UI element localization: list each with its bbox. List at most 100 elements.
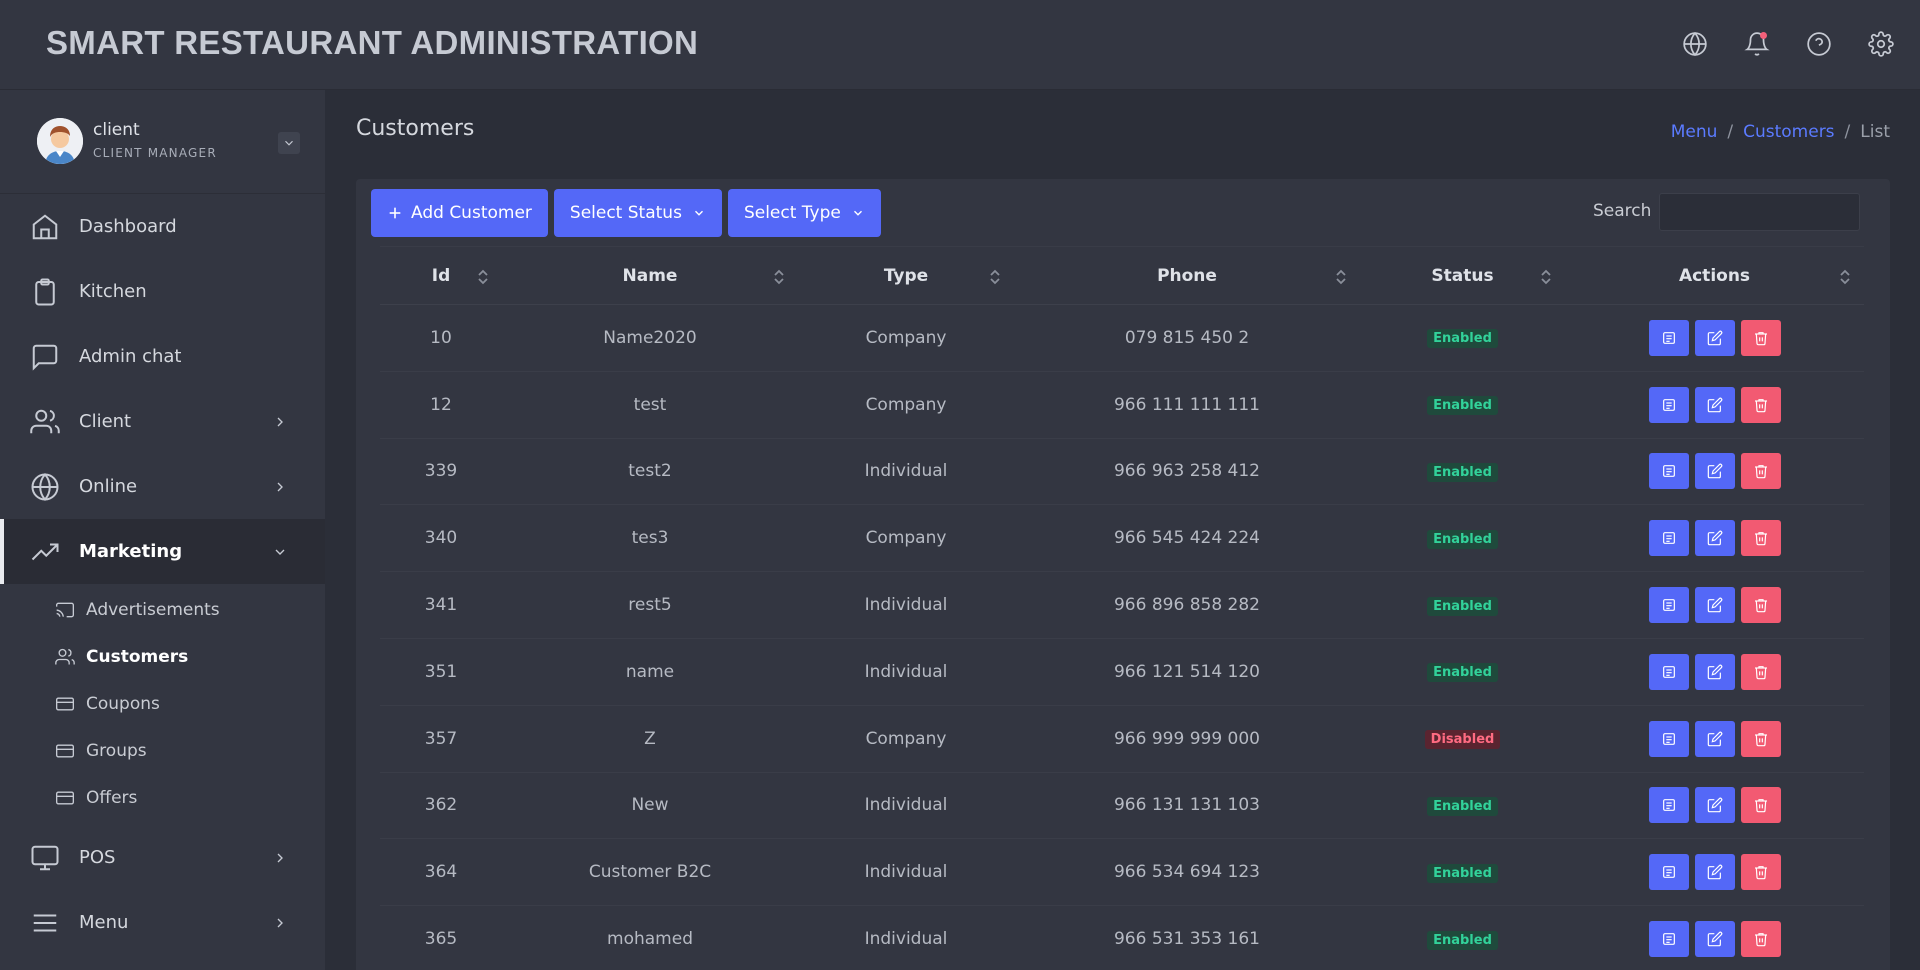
cell-id: 357: [380, 705, 502, 773]
delete-button[interactable]: [1740, 653, 1781, 690]
cell-id: 362: [380, 772, 502, 840]
edit-button[interactable]: [1694, 653, 1735, 690]
table-header-row: Id Name Type Phone Status Actions: [380, 246, 1864, 305]
sidebar-subitem-customers[interactable]: Customers: [0, 633, 325, 680]
top-bar: SMART RESTAURANT ADMINISTRATION: [0, 0, 1920, 90]
cell-actions: [1565, 838, 1864, 907]
table-row[interactable]: 12 test Company 966 111 111 111 Enabled: [380, 371, 1864, 439]
add-customer-button[interactable]: Add Customer: [371, 189, 548, 237]
row-actions: [1565, 453, 1864, 490]
sidebar-item-kitchen[interactable]: Kitchen: [0, 259, 325, 324]
sidebar-item-admin-chat[interactable]: Admin chat: [0, 324, 325, 389]
edit-icon: [1707, 397, 1723, 413]
edit-button[interactable]: [1694, 921, 1735, 958]
view-button[interactable]: [1648, 720, 1689, 757]
table-row[interactable]: 357 Z Company 966 999 999 000 Disabled: [380, 705, 1864, 773]
chevron-down-icon: [853, 210, 862, 216]
cell-actions: [1565, 304, 1864, 372]
sidebar-subitem-coupons[interactable]: Coupons: [0, 680, 325, 727]
column-header-name[interactable]: Name: [502, 246, 798, 305]
column-header-id[interactable]: Id: [380, 246, 502, 305]
trash-icon: [1753, 797, 1769, 813]
status-badge: Enabled: [1427, 863, 1498, 883]
table-row[interactable]: 351 name Individual 966 121 514 120 Enabled: [380, 638, 1864, 706]
sort-icon: [1838, 268, 1852, 286]
table-row[interactable]: 341 rest5 Individual 966 896 858 282 Enabled: [380, 571, 1864, 639]
view-button[interactable]: [1648, 587, 1689, 624]
table-row[interactable]: 364 Customer B2C Individual 966 534 694 123…: [380, 838, 1864, 907]
home-icon: [30, 212, 60, 242]
user-panel: client CLIENT MANAGER: [0, 90, 325, 194]
delete-button[interactable]: [1740, 720, 1781, 757]
column-header-phone[interactable]: Phone: [1014, 246, 1360, 305]
delete-button[interactable]: [1740, 854, 1781, 891]
delete-button[interactable]: [1740, 386, 1781, 423]
view-button[interactable]: [1648, 520, 1689, 557]
edit-button[interactable]: [1694, 587, 1735, 624]
table-row[interactable]: 362 New Individual 966 131 131 103 Enabled: [380, 772, 1864, 840]
search-input[interactable]: [1659, 193, 1860, 231]
sidebar-item-marketing[interactable]: Marketing: [0, 519, 325, 584]
view-button[interactable]: [1648, 319, 1689, 356]
column-header-actions[interactable]: Actions: [1565, 246, 1864, 305]
edit-icon: [1707, 731, 1723, 747]
edit-button[interactable]: [1694, 386, 1735, 423]
gear-icon[interactable]: [1868, 31, 1894, 57]
sidebar-item-label: Dashboard: [79, 216, 177, 237]
column-header-status[interactable]: Status: [1360, 246, 1565, 305]
edit-button[interactable]: [1694, 854, 1735, 891]
sidebar-subitem-label: Groups: [86, 740, 147, 761]
sort-icon: [1539, 268, 1553, 286]
sidebar-item-menu[interactable]: Menu: [0, 890, 325, 955]
sidebar-subitem-offers[interactable]: Offers: [0, 774, 325, 821]
monitor-icon: [30, 843, 60, 873]
edit-button[interactable]: [1694, 453, 1735, 490]
help-icon[interactable]: [1806, 31, 1832, 57]
breadcrumb-menu[interactable]: Menu: [1671, 122, 1718, 142]
details-icon: [1661, 664, 1677, 680]
view-button[interactable]: [1648, 453, 1689, 490]
header-icons: [1682, 31, 1894, 57]
table-row[interactable]: 340 tes3 Company 966 545 424 224 Enabled: [380, 504, 1864, 573]
sidebar-subitem-advertisements[interactable]: Advertisements: [0, 586, 325, 633]
select-status-dropdown[interactable]: Select Status: [553, 189, 722, 237]
view-button[interactable]: [1648, 653, 1689, 690]
trash-icon: [1753, 530, 1769, 546]
sidebar-item-label: Client: [79, 411, 132, 432]
delete-button[interactable]: [1740, 587, 1781, 624]
select-type-dropdown[interactable]: Select Type: [727, 189, 881, 237]
avatar[interactable]: [37, 118, 83, 164]
edit-icon: [1707, 931, 1723, 947]
sidebar-item-online[interactable]: Online: [0, 454, 325, 519]
cell-actions: [1565, 905, 1864, 970]
table-row[interactable]: 10 Name2020 Company 079 815 450 2 Enabled: [380, 304, 1864, 372]
delete-button[interactable]: [1740, 520, 1781, 557]
sidebar-item-pos[interactable]: POS: [0, 825, 325, 890]
view-button[interactable]: [1648, 854, 1689, 891]
sidebar-subitem-groups[interactable]: Groups: [0, 727, 325, 774]
table-row[interactable]: 339 test2 Individual 966 963 258 412 Enabled: [380, 438, 1864, 506]
delete-button[interactable]: [1740, 921, 1781, 958]
sidebar-item-client[interactable]: Client: [0, 389, 325, 454]
customers-table: Id Name Type Phone Status Actions 10 Name…: [380, 246, 1864, 970]
status-badge: Enabled: [1427, 529, 1498, 549]
bell-icon[interactable]: [1744, 31, 1770, 57]
view-button[interactable]: [1648, 921, 1689, 958]
table-row[interactable]: 365 mohamed Individual 966 531 353 161 Enabl…: [380, 905, 1864, 970]
view-button[interactable]: [1648, 386, 1689, 423]
sidebar-item-dashboard[interactable]: Dashboard: [0, 194, 325, 259]
delete-button[interactable]: [1740, 453, 1781, 490]
column-header-type[interactable]: Type: [798, 246, 1014, 305]
delete-button[interactable]: [1740, 787, 1781, 824]
delete-button[interactable]: [1740, 319, 1781, 356]
edit-button[interactable]: [1694, 319, 1735, 356]
view-button[interactable]: [1648, 787, 1689, 824]
user-menu-toggle[interactable]: [278, 132, 300, 154]
details-icon: [1661, 397, 1677, 413]
breadcrumb-customers[interactable]: Customers: [1743, 122, 1834, 142]
edit-button[interactable]: [1694, 787, 1735, 824]
edit-button[interactable]: [1694, 520, 1735, 557]
card-icon: [55, 788, 75, 808]
globe-icon[interactable]: [1682, 31, 1708, 57]
edit-button[interactable]: [1694, 720, 1735, 757]
